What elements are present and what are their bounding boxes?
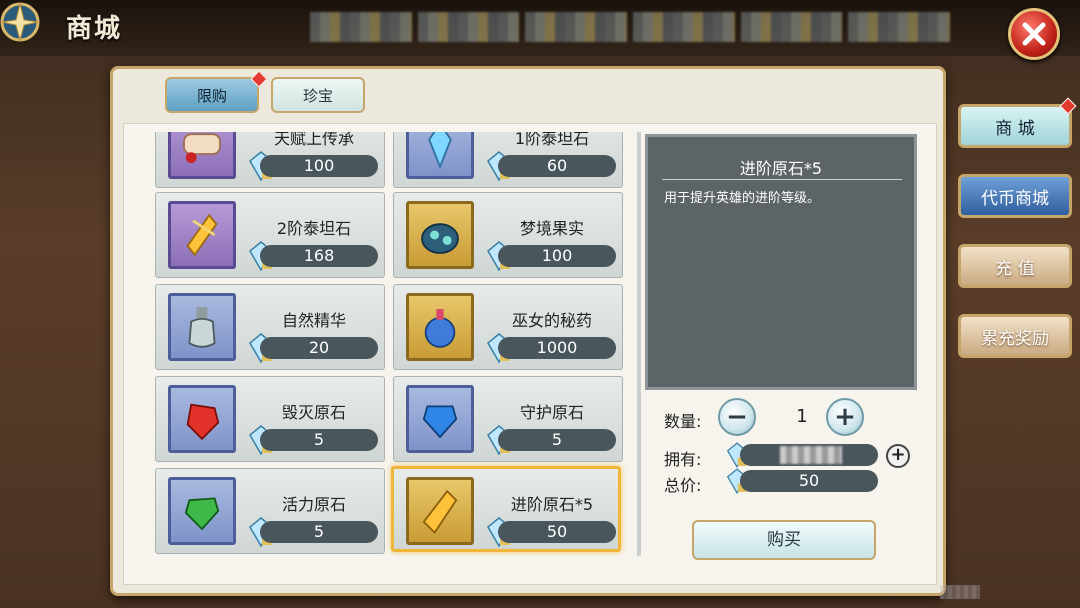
tab-limited[interactable]: 限购 bbox=[165, 77, 259, 113]
item-detail-panel: 进阶原石*5 用于提升英雄的进阶等级。 bbox=[645, 134, 917, 390]
blurred-owned-amount bbox=[780, 446, 842, 464]
decrease-button[interactable]: − bbox=[718, 398, 756, 436]
own-label: 拥有: bbox=[664, 450, 702, 469]
grid-scrollbar[interactable] bbox=[637, 132, 641, 556]
shop-item[interactable]: 活力原石 5 bbox=[155, 468, 385, 554]
blurred-watermark bbox=[940, 585, 980, 599]
top-bar: 商城 bbox=[0, 0, 1080, 56]
nav-shop[interactable]: 商 城 bbox=[958, 104, 1072, 148]
item-name: 活力原石 bbox=[281, 495, 346, 514]
item-price: 20 bbox=[260, 337, 378, 359]
gold-gem-icon bbox=[406, 477, 474, 545]
buy-button[interactable]: 购买 bbox=[692, 520, 876, 560]
item-name: 进阶原石*5 bbox=[510, 495, 594, 514]
increase-button[interactable]: + bbox=[826, 398, 864, 436]
shop-item[interactable]: 梦境果实 100 bbox=[393, 192, 623, 278]
plus-icon: + bbox=[890, 444, 906, 465]
item-price: 1000 bbox=[498, 337, 616, 359]
own-amount-bar bbox=[740, 444, 878, 466]
nav-recharge[interactable]: 充 值 bbox=[958, 244, 1072, 288]
item-name: 天赋上传承 bbox=[273, 132, 354, 148]
item-price: 100 bbox=[498, 245, 616, 267]
item-name: 巫女的秘药 bbox=[511, 311, 592, 330]
shop-item[interactable]: 守护原石 5 bbox=[393, 376, 623, 462]
add-currency-button[interactable]: + bbox=[886, 444, 910, 468]
item-price: 5 bbox=[498, 429, 616, 451]
minus-icon: − bbox=[726, 402, 748, 432]
page-title: 商城 bbox=[66, 14, 123, 44]
detail-divider bbox=[662, 179, 902, 180]
nav-cumulative-rewards-label: 累充奖励 bbox=[981, 328, 1049, 349]
item-price: 50 bbox=[498, 521, 616, 543]
compass-emblem-icon bbox=[0, 0, 60, 60]
item-grid[interactable]: 天赋上传承 100 1阶泰坦石 60 2阶泰坦石 168 梦境果实 100 自然… bbox=[155, 132, 635, 556]
tab-limited-label: 限购 bbox=[196, 86, 227, 105]
item-price: 60 bbox=[498, 155, 616, 177]
blurred-resource-strip bbox=[310, 12, 951, 42]
tab-treasure[interactable]: 珍宝 bbox=[271, 77, 365, 113]
dream-fruit-icon bbox=[406, 201, 474, 269]
quantity-value: 1 bbox=[796, 406, 808, 427]
tab-treasure-label: 珍宝 bbox=[302, 86, 333, 105]
close-button[interactable] bbox=[1008, 8, 1060, 60]
shop-item[interactable]: 自然精华 20 bbox=[155, 284, 385, 370]
crystal-icon bbox=[406, 132, 474, 179]
titan-stone-icon bbox=[168, 201, 236, 269]
quantity-label: 数量: bbox=[664, 412, 702, 431]
item-price: 5 bbox=[260, 521, 378, 543]
buy-button-label: 购买 bbox=[767, 530, 801, 550]
scroll-icon bbox=[168, 132, 236, 179]
shop-item[interactable]: 1阶泰坦石 60 bbox=[393, 132, 623, 188]
detail-title: 进阶原石*5 bbox=[739, 159, 823, 178]
close-icon bbox=[1022, 22, 1046, 46]
item-price: 100 bbox=[260, 155, 378, 177]
quantity-stepper: − 1 + bbox=[718, 398, 864, 436]
item-name: 梦境果实 bbox=[519, 219, 584, 238]
bottle-icon bbox=[168, 293, 236, 361]
potion-icon bbox=[406, 293, 474, 361]
shop-item[interactable]: 毁灭原石 5 bbox=[155, 376, 385, 462]
nav-cumulative-rewards[interactable]: 累充奖励 bbox=[958, 314, 1072, 358]
total-label: 总价: bbox=[664, 476, 702, 495]
shop-item[interactable]: 2阶泰坦石 168 bbox=[155, 192, 385, 278]
total-price: 50 bbox=[740, 470, 878, 492]
item-name: 自然精华 bbox=[281, 311, 346, 330]
item-price: 168 bbox=[260, 245, 378, 267]
detail-description: 用于提升英雄的进阶等级。 bbox=[664, 191, 821, 206]
nav-shop-label: 商 城 bbox=[995, 118, 1035, 139]
nav-token-shop[interactable]: 代币商城 bbox=[958, 174, 1072, 218]
blue-gem-icon bbox=[406, 385, 474, 453]
shop-item-selected[interactable]: 进阶原石*5 50 bbox=[391, 466, 621, 552]
shop-item[interactable]: 巫女的秘药 1000 bbox=[393, 284, 623, 370]
item-name: 毁灭原石 bbox=[281, 403, 346, 422]
item-name: 2阶泰坦石 bbox=[276, 219, 352, 238]
item-price: 5 bbox=[260, 429, 378, 451]
green-gem-icon bbox=[168, 477, 236, 545]
nav-token-shop-label: 代币商城 bbox=[981, 188, 1049, 209]
plus-icon: + bbox=[834, 402, 856, 432]
item-name: 1阶泰坦石 bbox=[514, 132, 590, 148]
nav-recharge-label: 充 值 bbox=[995, 258, 1035, 279]
shop-item[interactable]: 天赋上传承 100 bbox=[155, 132, 385, 188]
red-gem-icon bbox=[168, 385, 236, 453]
item-name: 守护原石 bbox=[519, 403, 584, 422]
